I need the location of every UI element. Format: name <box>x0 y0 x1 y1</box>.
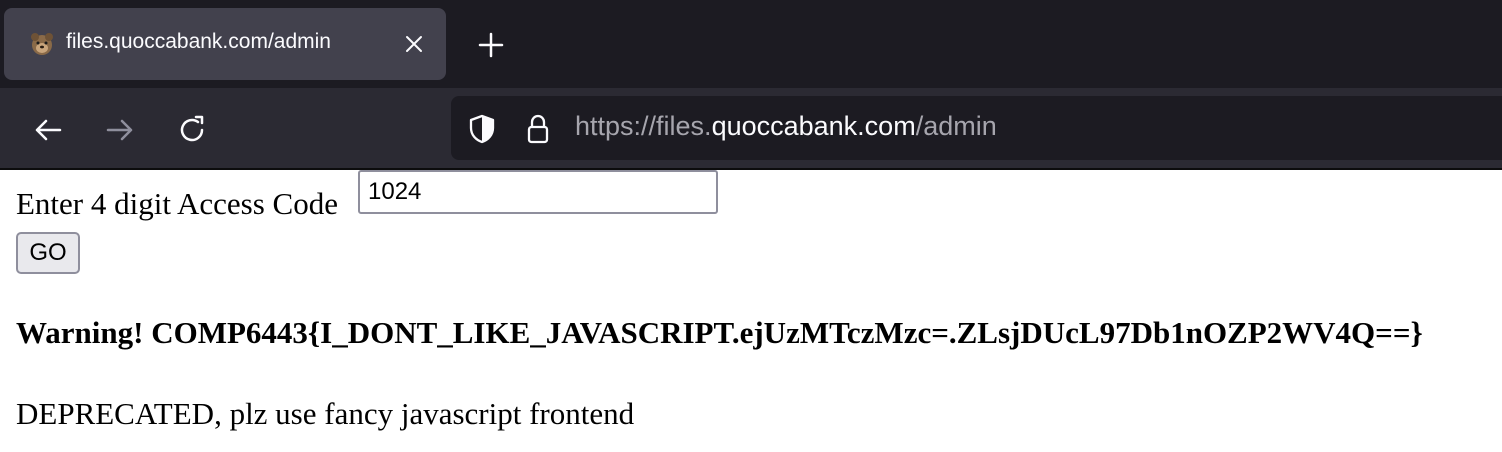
navigation-toolbar: https://files.quoccabank.com/admin <box>0 88 1502 170</box>
url-host: quoccabank.com <box>711 111 916 141</box>
go-button[interactable]: GO <box>16 232 80 274</box>
access-code-form: Enter 4 digit Access Code <box>16 186 338 222</box>
close-tab-icon[interactable] <box>402 32 426 56</box>
active-tab[interactable]: files.quoccabank.com/admin <box>4 8 446 80</box>
forward-arrow-icon[interactable] <box>102 112 138 148</box>
access-code-label: Enter 4 digit Access Code <box>16 186 338 221</box>
url-scheme: https://files. <box>575 111 712 141</box>
deprecated-notice: DEPRECATED, plz use fancy javascript fro… <box>16 396 635 431</box>
new-tab-plus-icon[interactable] <box>474 28 508 62</box>
tab-bar: files.quoccabank.com/admin <box>0 0 1502 88</box>
address-bar[interactable]: https://files.quoccabank.com/admin <box>451 96 1502 160</box>
quokka-favicon-icon <box>31 33 53 55</box>
padlock-icon[interactable] <box>521 112 555 146</box>
warning-flag-text: Warning! COMP6443{I_DONT_LIKE_JAVASCRIPT… <box>16 315 1423 350</box>
url-path: /admin <box>915 111 997 141</box>
reload-icon[interactable] <box>174 112 210 148</box>
back-arrow-icon[interactable] <box>30 112 66 148</box>
tracking-protection-shield-icon[interactable] <box>465 112 499 146</box>
access-code-input[interactable] <box>358 170 718 214</box>
tab-title: files.quoccabank.com/admin <box>66 30 331 53</box>
url-text[interactable]: https://files.quoccabank.com/admin <box>575 111 997 142</box>
